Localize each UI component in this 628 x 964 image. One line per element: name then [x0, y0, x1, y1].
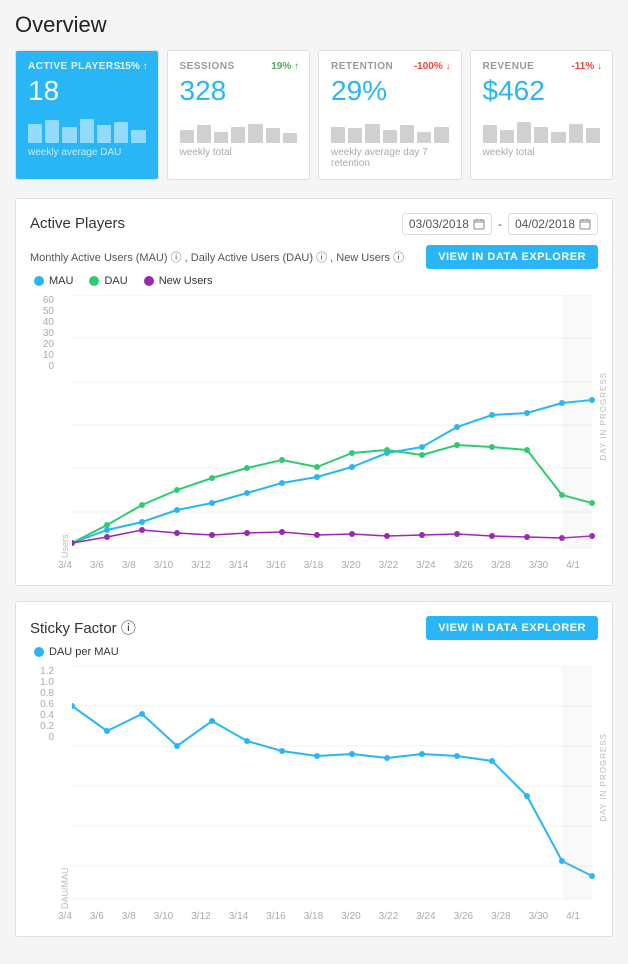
active-players-minibars [28, 111, 146, 143]
active-players-section: Active Players 03/03/2018 - 04/02/2018 M… [15, 198, 613, 586]
legend-new-users[interactable]: New Users [144, 275, 213, 287]
sticky-info-icon[interactable]: ⓘ [121, 620, 136, 637]
legend-mau[interactable]: MAU [34, 275, 73, 287]
active-players-value: 18 [28, 76, 146, 107]
retention-value: 29% [331, 76, 449, 107]
revenue-sub: weekly total [483, 147, 601, 158]
sticky-chart-area: 1.21.00.80.60.40.20 DAU/MAU [30, 666, 598, 909]
sticky-legend: DAU per MAU [30, 646, 598, 658]
sticky-y-label: DAU/MAU [60, 666, 70, 909]
retention-change: -100% ↓ [414, 61, 451, 72]
sticky-factor-title: Sticky Factor ⓘ [30, 617, 136, 638]
revenue-minibars [483, 111, 601, 143]
active-players-change: 15% ↑ [120, 61, 148, 72]
active-players-chart-svg [72, 295, 612, 558]
metric-card-sessions: SESSIONS 19% ↑ 328 weekly total [167, 50, 311, 180]
active-players-chart-title-row: Monthly Active Users (MAU) ⓘ , Daily Act… [30, 245, 598, 269]
sessions-minibars [180, 111, 298, 143]
page-title: Overview [15, 12, 613, 38]
metric-card-revenue: REVENUE -11% ↓ $462 weekly total [470, 50, 614, 180]
active-players-y-axis: 6050403020100 [30, 295, 58, 372]
active-players-header: Active Players 03/03/2018 - 04/02/2018 [30, 213, 598, 235]
active-players-chart-labels: Monthly Active Users (MAU) ⓘ , Daily Act… [30, 249, 404, 265]
sticky-chart-svg [72, 666, 612, 909]
metric-card-active-players: ACTIVE PLAYERS 15% ↑ 18 weekly average D… [15, 50, 159, 180]
sticky-y-axis: 1.21.00.80.60.40.20 [30, 666, 58, 743]
active-players-y-label: Users [60, 295, 70, 558]
legend-dau-per-mau[interactable]: DAU per MAU [34, 646, 119, 658]
active-players-chart-area: 6050403020100 Users [30, 295, 598, 558]
new-users-info-icon[interactable]: ⓘ [393, 252, 404, 264]
retention-sub: weekly average day 7 retention [331, 147, 449, 169]
date-from-picker[interactable]: 03/03/2018 [402, 213, 492, 235]
sticky-view-btn[interactable]: VIEW IN DATA EXPLORER [426, 616, 598, 640]
sticky-factor-section: Sticky Factor ⓘ VIEW IN DATA EXPLORER DA… [15, 601, 613, 937]
metric-card-retention: RETENTION -100% ↓ 29% weekly average day… [318, 50, 462, 180]
active-players-section-title: Active Players [30, 215, 125, 232]
sessions-change: 19% ↑ [271, 61, 299, 72]
active-players-x-axis: 3/43/63/83/103/123/143/163/183/203/223/2… [30, 560, 598, 571]
revenue-value: $462 [483, 76, 601, 107]
metric-cards: ACTIVE PLAYERS 15% ↑ 18 weekly average D… [15, 50, 613, 180]
day-in-progress-label-2: DAY IN PROGRESS [594, 666, 612, 889]
sessions-sub: weekly total [180, 147, 298, 158]
mau-info-icon[interactable]: ⓘ [171, 252, 182, 264]
active-players-view-btn[interactable]: VIEW IN DATA EXPLORER [426, 245, 598, 269]
revenue-change: -11% ↓ [571, 61, 602, 72]
sticky-x-axis: 3/43/63/83/103/123/143/163/183/203/223/2… [30, 911, 598, 922]
active-players-sub: weekly average DAU [28, 147, 146, 158]
sessions-value: 328 [180, 76, 298, 107]
date-to-picker[interactable]: 04/02/2018 [508, 213, 598, 235]
active-players-legend: MAU DAU New Users [30, 275, 598, 287]
sticky-factor-title-row: Sticky Factor ⓘ VIEW IN DATA EXPLORER [30, 616, 598, 640]
retention-minibars [331, 111, 449, 143]
date-range: 03/03/2018 - 04/02/2018 [402, 213, 598, 235]
legend-dau[interactable]: DAU [89, 275, 127, 287]
day-in-progress-label-1: DAY IN PROGRESS [594, 295, 612, 538]
dau-info-icon[interactable]: ⓘ [316, 252, 327, 264]
